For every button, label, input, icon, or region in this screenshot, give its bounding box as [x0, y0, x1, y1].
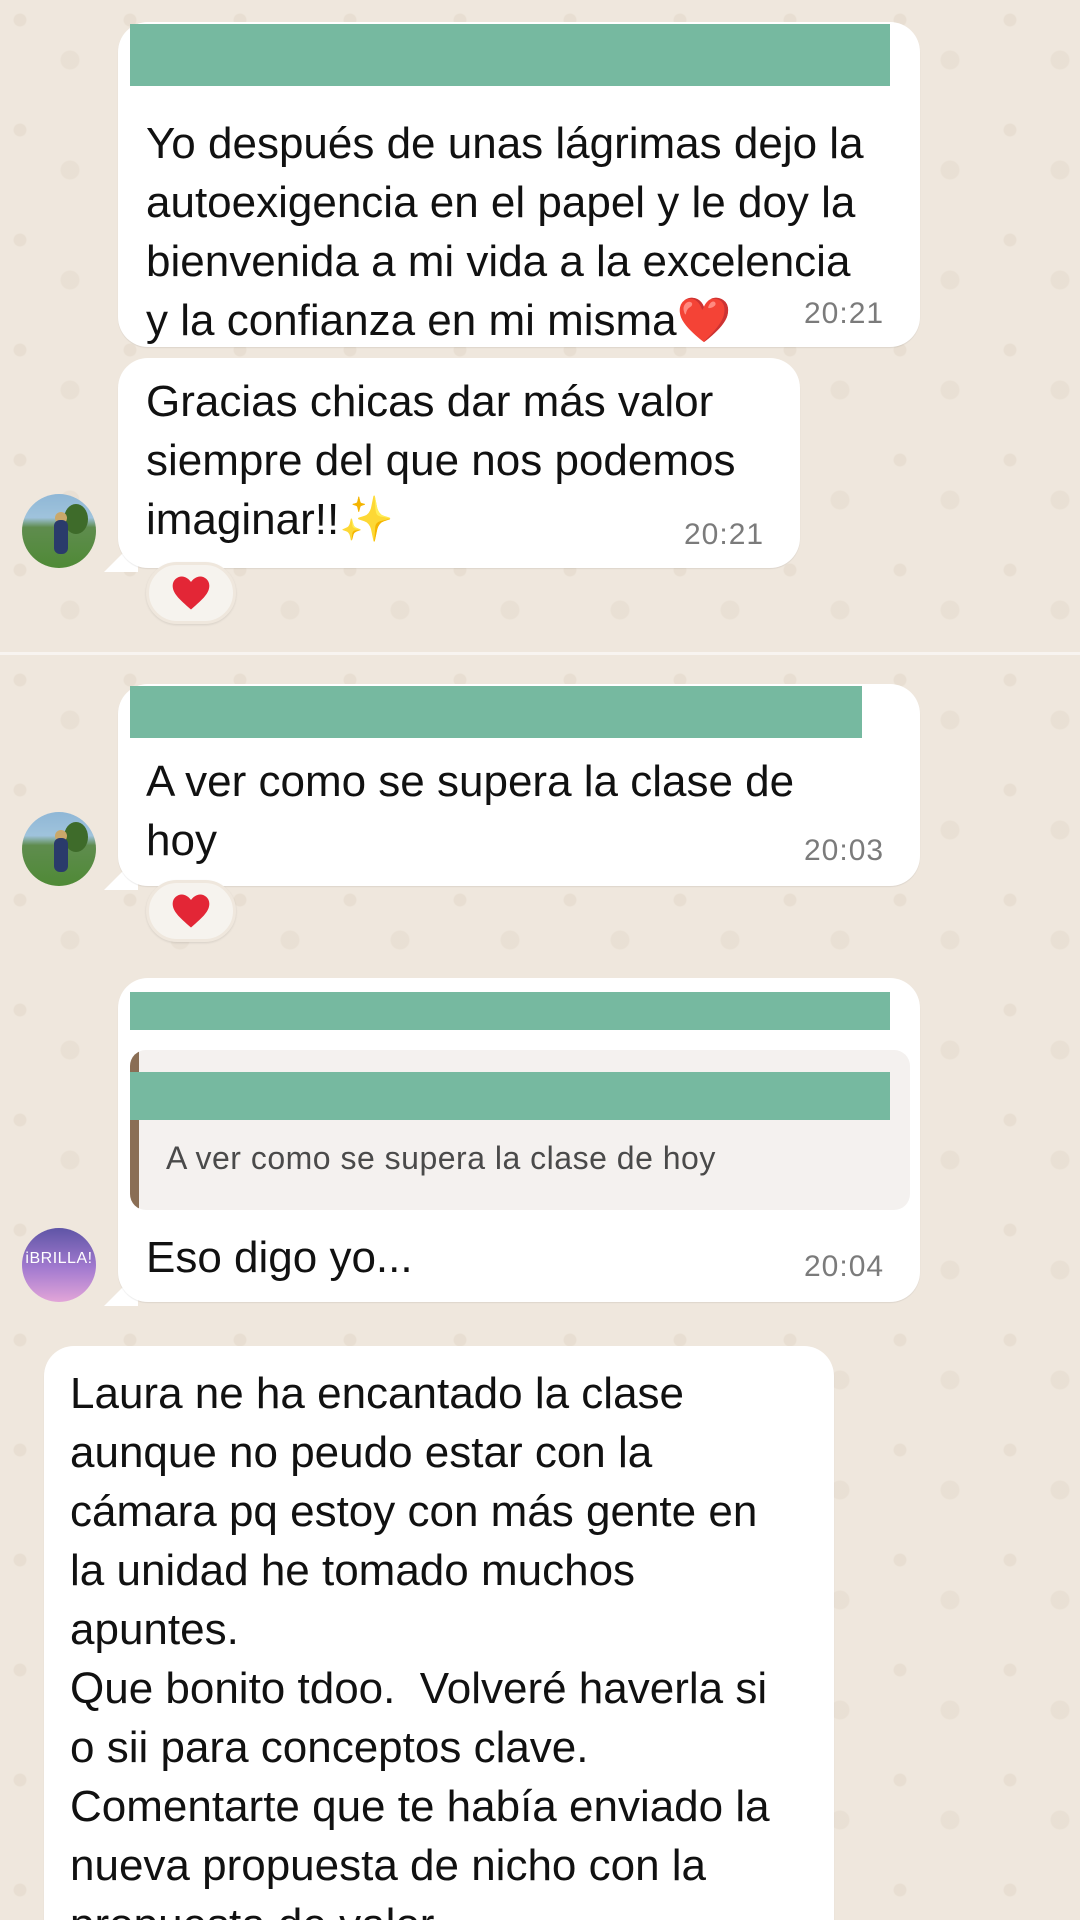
message-timestamp: 20:04	[804, 1250, 885, 1283]
message-text: Laura ne ha encantado la clase aunque no…	[70, 1369, 770, 1920]
avatar-label: iBRILLA!	[25, 1250, 93, 1267]
message-bubble[interactable]: A ver como se supera la clase de hoy 20:…	[118, 684, 920, 886]
heart-icon	[172, 894, 210, 928]
message-bubble[interactable]: Laura ne ha encantado la clase aunque no…	[44, 1346, 834, 1920]
sender-avatar[interactable]: iBRILLA!	[22, 1228, 96, 1302]
chat-section-divider	[0, 652, 1080, 655]
message-bubble[interactable]: Gracias chicas dar más valor siempre del…	[118, 358, 800, 568]
redacted-sender-name	[130, 992, 890, 1030]
heart-emoji: ❤️	[676, 296, 732, 345]
quoted-message[interactable]: A ver como se supera la clase de hoy	[130, 1050, 910, 1210]
message-text: A ver como se supera la clase de hoy	[146, 757, 795, 865]
message-text: Yo después de unas lágrimas dejo la auto…	[146, 119, 864, 345]
quoted-message-text: A ver como se supera la clase de hoy	[166, 1140, 716, 1176]
heart-icon	[172, 576, 210, 610]
reaction-badge[interactable]	[146, 880, 236, 942]
sender-avatar[interactable]	[22, 812, 96, 886]
message-timestamp: 20:21	[684, 518, 765, 551]
redacted-quoted-sender-name	[130, 1072, 890, 1120]
sparkles-emoji: ✨	[339, 495, 394, 544]
redacted-sender-name	[130, 24, 890, 86]
message-timestamp: 20:21	[804, 297, 885, 330]
message-timestamp: 20:03	[804, 834, 885, 867]
message-text: Eso digo yo...	[146, 1233, 413, 1282]
message-bubble[interactable]: Yo después de unas lágrimas dejo la auto…	[118, 22, 920, 347]
reaction-badge[interactable]	[146, 562, 236, 624]
sender-avatar[interactable]	[22, 494, 96, 568]
redacted-sender-name	[130, 686, 862, 738]
